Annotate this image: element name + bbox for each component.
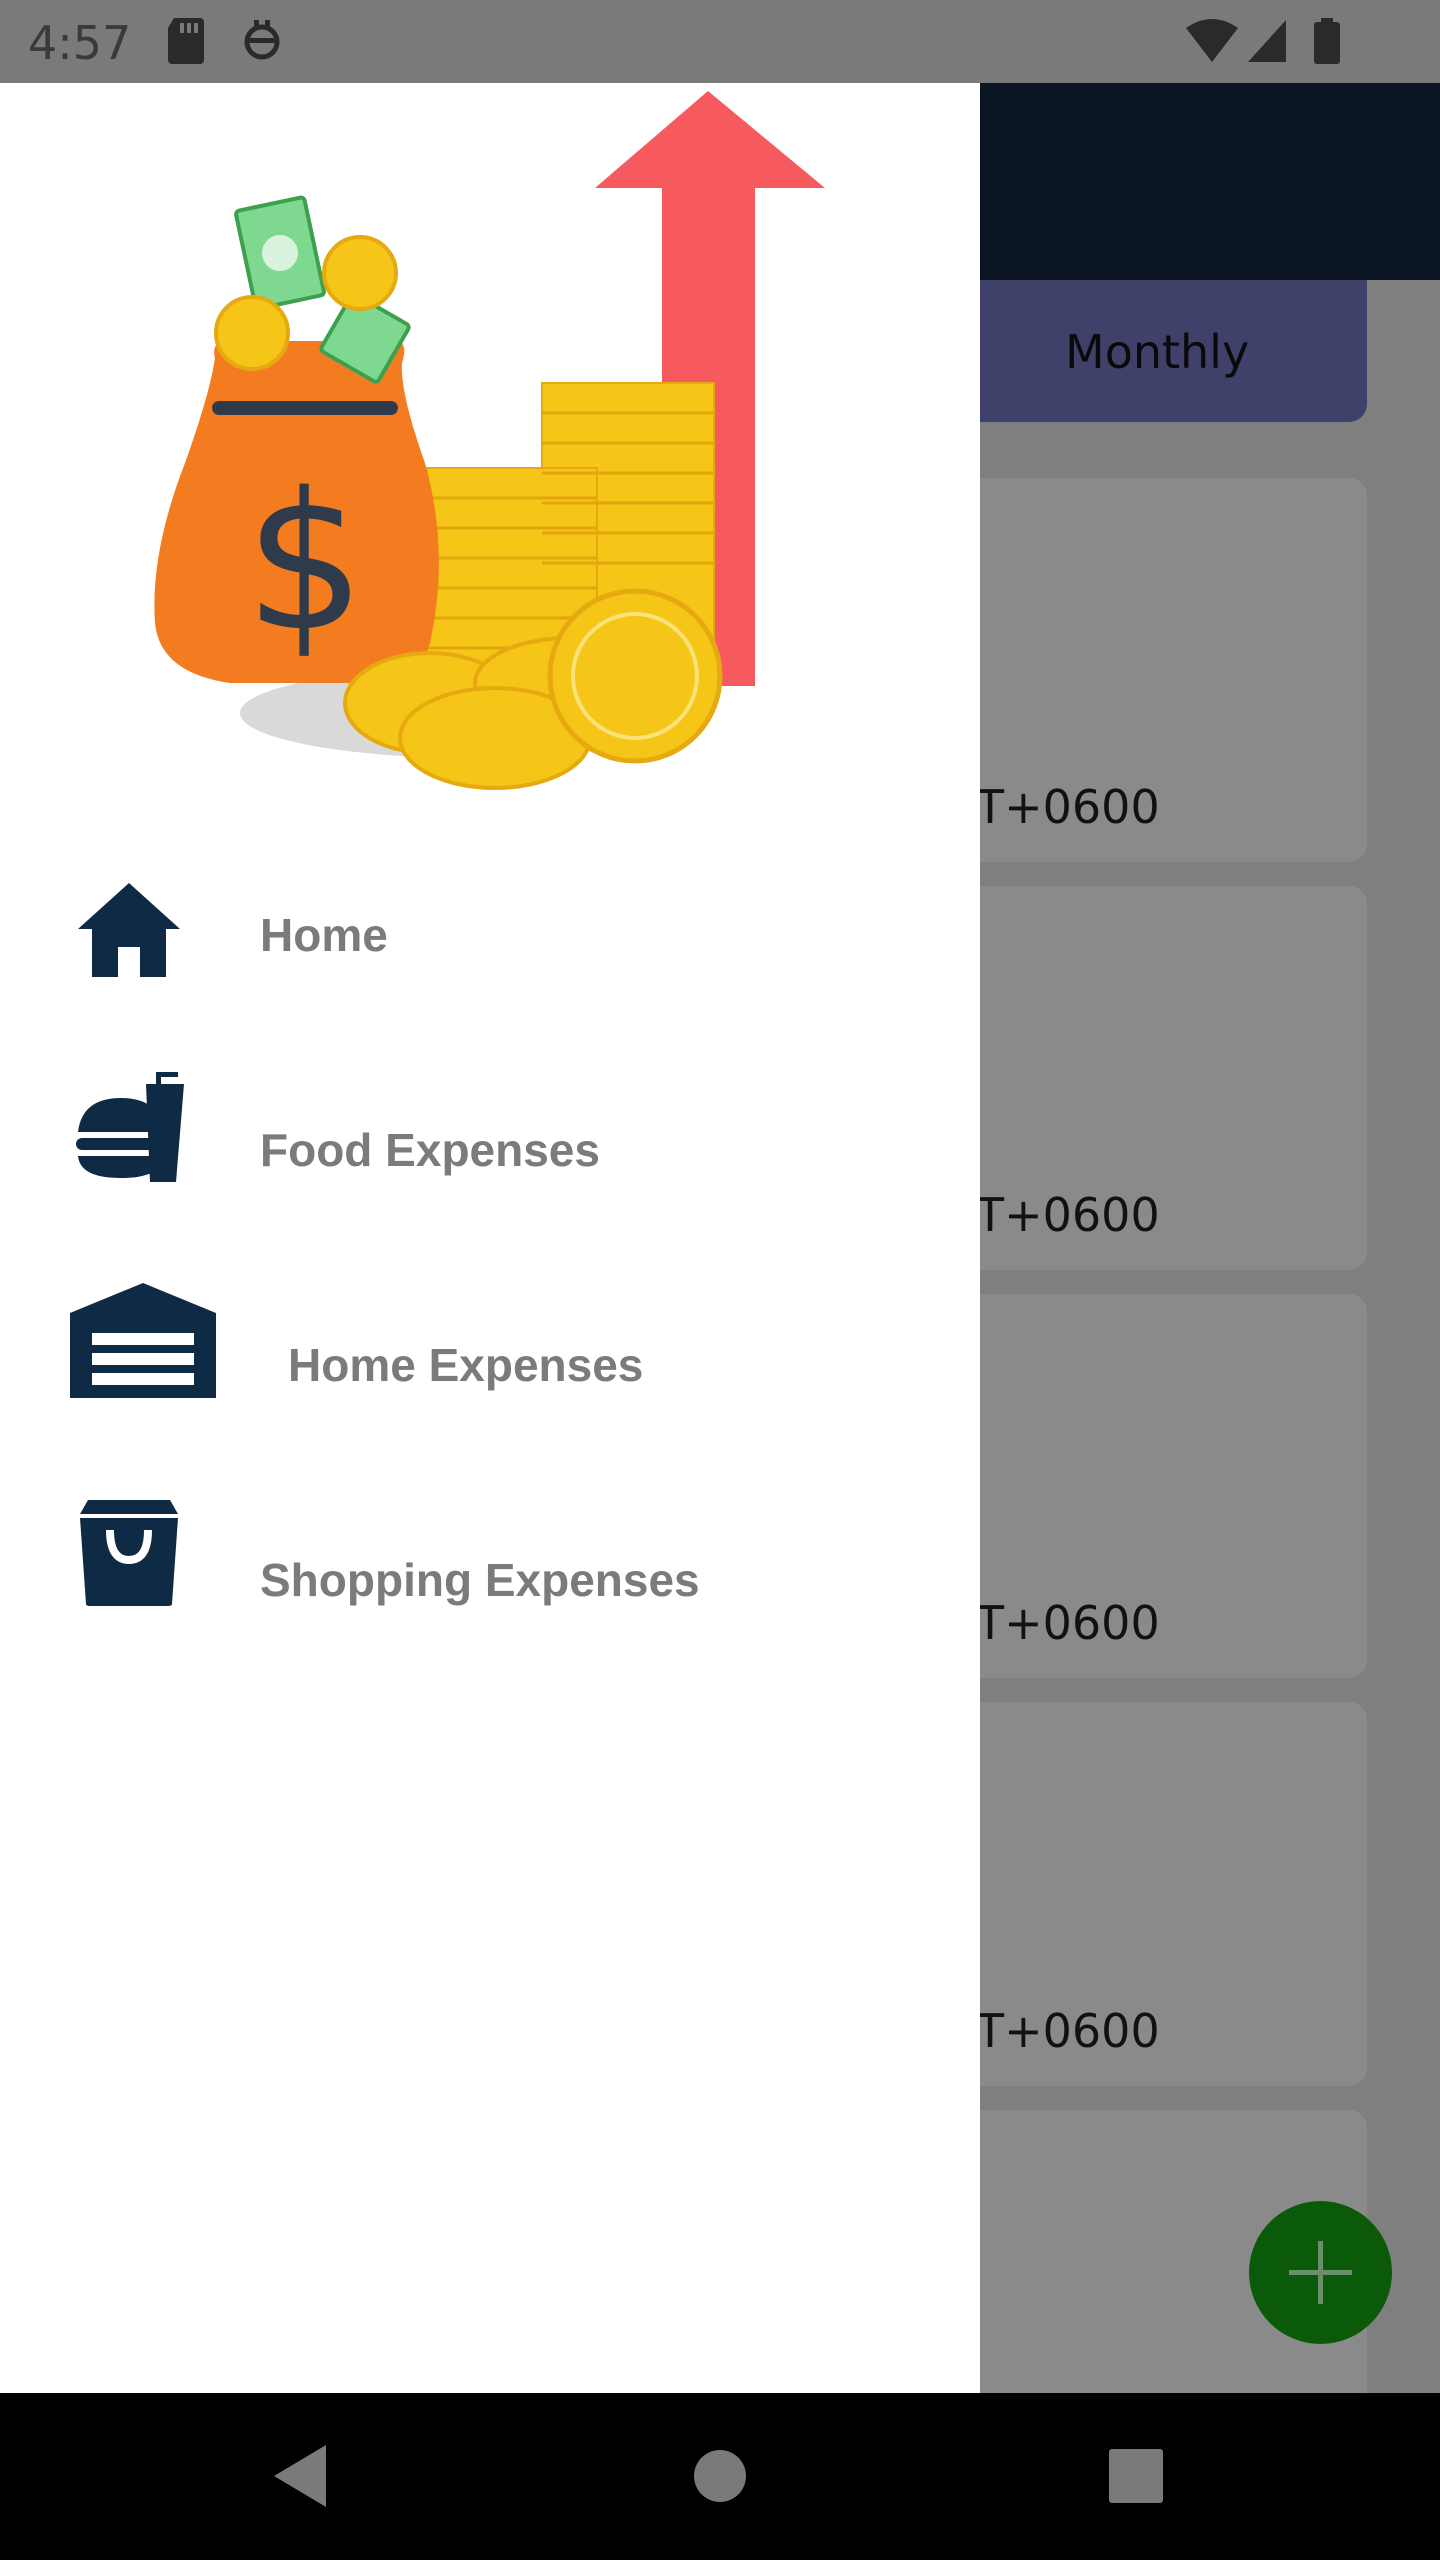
drawer-item-home[interactable]: Home [0,853,980,1013]
system-navigation-bar [0,2393,1440,2560]
wifi-icon [1186,19,1238,62]
sd-card-icon [168,18,204,64]
home-icon [78,883,180,977]
shopping-bag-icon [80,1500,178,1606]
status-bar: 4:57 [0,0,1440,83]
drawer-item-label: Food Expenses [260,1124,600,1176]
drawer-item-label: Shopping Expenses [260,1554,700,1606]
recents-icon[interactable] [1107,2441,1165,2511]
battery-icon [1314,18,1340,64]
svg-text:$: $ [245,452,366,673]
list-item-date: T+0600 [976,1188,1160,1242]
garage-icon [70,1283,216,1398]
drawer-item-shopping-expenses[interactable]: Shopping Expenses [0,1498,980,1658]
list-item-date: T+0600 [976,780,1160,834]
food-icon [76,1072,184,1182]
status-time: 4:57 [28,16,132,70]
drawer-item-home-expenses[interactable]: Home Expenses [0,1283,980,1443]
tab-monthly[interactable]: Monthly [1065,325,1249,379]
drawer-item-label: Home Expenses [288,1339,644,1391]
drawer-item-food-expenses[interactable]: Food Expenses [0,1068,980,1228]
back-icon[interactable] [270,2441,330,2511]
drawer-item-label: Home [260,909,388,961]
debug-icon [244,20,280,60]
navigation-drawer: $ Home Food Expenses Home Expenses Shopp… [0,83,980,2393]
list-item-date: T+0600 [976,1596,1160,1650]
cellular-signal-icon [1248,20,1286,62]
plus-icon [1289,2241,1352,2304]
add-button[interactable] [1249,2201,1392,2344]
list-item-date: T+0600 [976,2004,1160,2058]
money-growth-illustration: $ [154,91,825,790]
home-nav-icon[interactable] [692,2441,748,2511]
